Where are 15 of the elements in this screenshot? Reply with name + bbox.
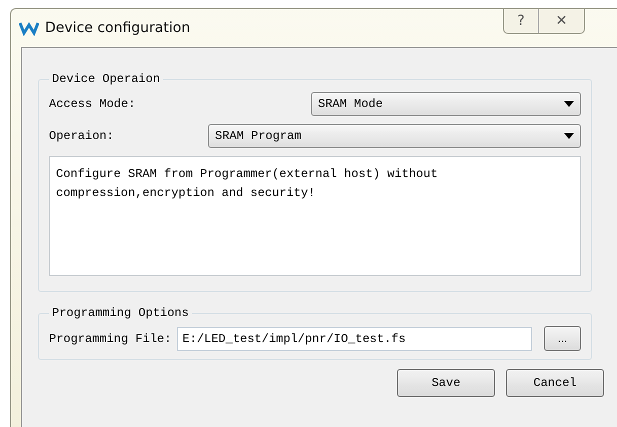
close-button[interactable]: ✕ bbox=[538, 9, 584, 33]
group-title: Programming Options bbox=[51, 306, 190, 320]
window-title: Device configuration bbox=[45, 20, 190, 36]
operation-dropdown[interactable]: SRAM Program bbox=[208, 124, 581, 148]
browse-button[interactable]: ... bbox=[544, 326, 581, 351]
field-label: Access Mode: bbox=[49, 97, 136, 111]
field-label: Operaion: bbox=[49, 129, 114, 143]
save-button[interactable]: Save bbox=[397, 369, 495, 397]
cancel-button[interactable]: Cancel bbox=[506, 369, 604, 397]
field-label: Programming File: bbox=[49, 332, 172, 346]
access-mode-dropdown[interactable]: SRAM Mode bbox=[311, 92, 581, 116]
group-title: Device Operaion bbox=[51, 72, 162, 86]
help-button[interactable]: ? bbox=[504, 9, 538, 33]
description-text: Configure SRAM from Programmer(external host) without compression,encryption and security! bbox=[49, 156, 581, 276]
file-path-field[interactable]: E:/LED_test/impl/pnr/IO_test.fs bbox=[177, 326, 532, 350]
